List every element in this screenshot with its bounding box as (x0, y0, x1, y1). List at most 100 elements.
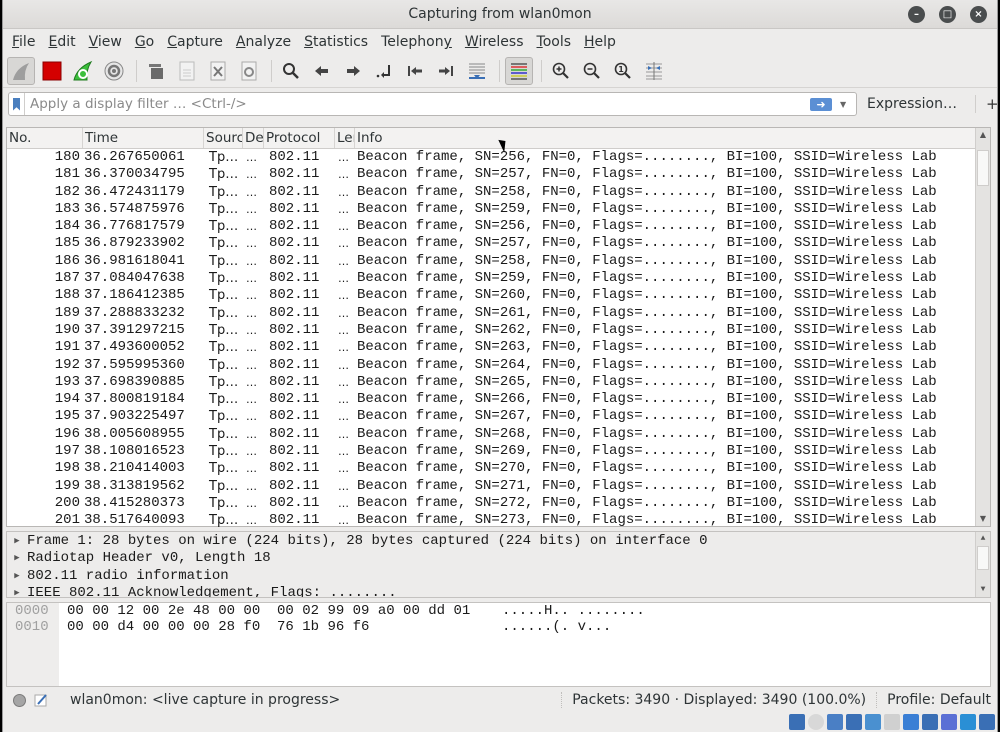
display-icon[interactable] (903, 714, 919, 730)
menu-help[interactable]: Help (584, 34, 616, 50)
packet-row[interactable]: 197 38.108016523 Tp… … 802.11 … Beacon frame, … (7, 443, 990, 460)
menu-view[interactable]: View (89, 34, 122, 50)
restart-capture-button[interactable] (69, 57, 97, 85)
go-forward-button[interactable] (339, 57, 367, 85)
capture-options-button[interactable] (100, 57, 128, 85)
optical-drive-icon[interactable] (808, 714, 824, 730)
mouse-integration-icon[interactable] (960, 714, 976, 730)
network-icon[interactable] (846, 714, 862, 730)
expand-arrow-icon[interactable]: ▶ (7, 568, 27, 585)
packet-row[interactable]: 186 36.981618041 Tp… … 802.11 … Beacon frame, … (7, 253, 990, 270)
close-button[interactable]: × (970, 6, 987, 23)
auto-scroll-button[interactable] (463, 57, 491, 85)
packet-row[interactable]: 190 37.391297215 Tp… … 802.11 … Beacon frame, … (7, 322, 990, 339)
close-file-button[interactable] (204, 57, 232, 85)
packet-row[interactable]: 195 37.903225497 Tp… … 802.11 … Beacon frame, … (7, 408, 990, 425)
minimize-button[interactable]: – (908, 6, 925, 23)
apply-filter-button[interactable]: ➜ (810, 97, 832, 111)
menu-analyze[interactable]: Analyze (236, 34, 291, 50)
menu-go[interactable]: Go (135, 34, 154, 50)
detail-tree-item[interactable]: ▶ IEEE 802.11 Acknowledgement, Flags: ...… (7, 585, 990, 597)
detail-tree-item[interactable]: ▶ 802.11 radio information (7, 568, 990, 585)
detail-tree-item[interactable]: ▶ Frame 1: 28 bytes on wire (224 bits), 2… (7, 533, 990, 550)
expand-arrow-icon[interactable]: ▶ (7, 550, 27, 567)
expand-arrow-icon[interactable]: ▶ (7, 533, 27, 550)
column-header-protocol[interactable]: Protocol (264, 128, 335, 148)
menu-file[interactable]: File (12, 34, 35, 50)
colorize-button[interactable] (505, 57, 533, 85)
column-header-source[interactable]: Sourc (204, 128, 243, 148)
menu-capture[interactable]: Capture (167, 34, 223, 50)
packet-row[interactable]: 191 37.493600052 Tp… … 802.11 … Beacon frame, … (7, 339, 990, 356)
save-file-button[interactable] (173, 57, 201, 85)
column-header-info[interactable]: Info (355, 128, 990, 148)
filter-history-dropdown[interactable]: ▼ (840, 100, 852, 109)
scroll-down-icon[interactable]: ▼ (976, 583, 990, 597)
expression-button[interactable]: Expression… (867, 96, 957, 112)
go-back-button[interactable] (308, 57, 336, 85)
scrollbar-thumb[interactable] (977, 150, 989, 186)
start-capture-button[interactable] (7, 57, 35, 85)
packet-row[interactable]: 194 37.800819184 Tp… … 802.11 … Beacon frame, … (7, 391, 990, 408)
packet-row[interactable]: 183 36.574875976 Tp… … 802.11 … Beacon frame, … (7, 201, 990, 218)
bytes-hex: 00 00 12 00 2e 48 00 00 00 02 99 09 a0 0… (67, 603, 471, 619)
packet-row[interactable]: 188 37.186412385 Tp… … 802.11 … Beacon frame, … (7, 287, 990, 304)
packet-row[interactable]: 184 36.776817579 Tp… … 802.11 … Beacon frame, … (7, 218, 990, 235)
capture-comment-icon[interactable] (34, 693, 48, 707)
expand-arrow-icon[interactable]: ▶ (7, 585, 27, 597)
scroll-up-icon[interactable]: ▲ (976, 532, 990, 546)
add-filter-button[interactable]: + (975, 95, 999, 113)
normal-size-button[interactable]: 1 (609, 57, 637, 85)
packet-row[interactable]: 192 37.595995360 Tp… … 802.11 … Beacon frame, … (7, 357, 990, 374)
column-header-time[interactable]: Time (83, 128, 204, 148)
packet-row[interactable]: 196 38.005608955 Tp… … 802.11 … Beacon frame, … (7, 426, 990, 443)
filter-bookmark-button[interactable] (9, 93, 25, 115)
packet-row[interactable]: 181 36.370034795 Tp… … 802.11 … Beacon frame, … (7, 166, 990, 183)
go-to-packet-button[interactable] (370, 57, 398, 85)
packet-row[interactable]: 187 37.084047638 Tp… … 802.11 … Beacon frame, … (7, 270, 990, 287)
reload-file-button[interactable] (235, 57, 263, 85)
scroll-up-icon[interactable]: ▲ (976, 128, 990, 142)
display-filter-input[interactable] (25, 94, 810, 114)
scroll-down-icon[interactable]: ▼ (976, 512, 990, 526)
zoom-in-button[interactable] (547, 57, 575, 85)
find-packet-button[interactable] (277, 57, 305, 85)
profile-selector[interactable]: Profile: Default (876, 692, 991, 708)
packet-row[interactable]: 200 38.415280373 Tp… … 802.11 … Beacon frame, … (7, 495, 990, 512)
scrollbar-thumb[interactable] (977, 546, 989, 570)
menu-telephony[interactable]: Telephony (381, 34, 452, 50)
details-scrollbar[interactable]: ▲ ▼ (975, 532, 990, 597)
menu-tools[interactable]: Tools (537, 34, 572, 50)
packet-row[interactable]: 180 36.267650061 Tp… … 802.11 … Beacon frame, … (7, 149, 990, 166)
packet-row[interactable]: 193 37.698390885 Tp… … 802.11 … Beacon frame, … (7, 374, 990, 391)
open-file-button[interactable] (142, 57, 170, 85)
usb-icon[interactable] (865, 714, 881, 730)
last-packet-button[interactable] (432, 57, 460, 85)
column-header-destination[interactable]: De (243, 128, 264, 148)
packet-row[interactable]: 185 36.879233902 Tp… … 802.11 … Beacon frame, … (7, 235, 990, 252)
stop-capture-button[interactable] (38, 57, 66, 85)
network-disabled-icon[interactable] (789, 714, 805, 730)
first-packet-button[interactable] (401, 57, 429, 85)
menu-wireless[interactable]: Wireless (465, 34, 524, 50)
multi-display-icon[interactable] (922, 714, 938, 730)
packet-row[interactable]: 201 38.517640093 Tp… … 802.11 … Beacon frame, … (7, 512, 990, 529)
packet-row[interactable]: 198 38.210414003 Tp… … 802.11 … Beacon frame, … (7, 460, 990, 477)
host-key-icon[interactable] (979, 714, 995, 730)
column-header-length[interactable]: Ler (335, 128, 355, 148)
recording-icon[interactable] (941, 714, 957, 730)
expert-info-led-icon[interactable] (13, 693, 26, 707)
packet-list-scrollbar[interactable]: ▲ ▼ (975, 128, 990, 526)
zoom-out-button[interactable] (578, 57, 606, 85)
shared-folder-icon[interactable] (884, 714, 900, 730)
menu-statistics[interactable]: Statistics (304, 34, 368, 50)
packet-row[interactable]: 182 36.472431179 Tp… … 802.11 … Beacon frame, … (7, 184, 990, 201)
detail-tree-item[interactable]: ▶ Radiotap Header v0, Length 18 (7, 550, 990, 567)
packet-row[interactable]: 189 37.288833232 Tp… … 802.11 … Beacon frame, … (7, 305, 990, 322)
packet-row[interactable]: 199 38.313819562 Tp… … 802.11 … Beacon frame, … (7, 478, 990, 495)
maximize-button[interactable]: □ (939, 6, 956, 23)
column-header-no[interactable]: No. (7, 128, 83, 148)
menu-edit[interactable]: Edit (48, 34, 75, 50)
resize-columns-button[interactable] (640, 57, 668, 85)
audio-icon[interactable] (827, 714, 843, 730)
